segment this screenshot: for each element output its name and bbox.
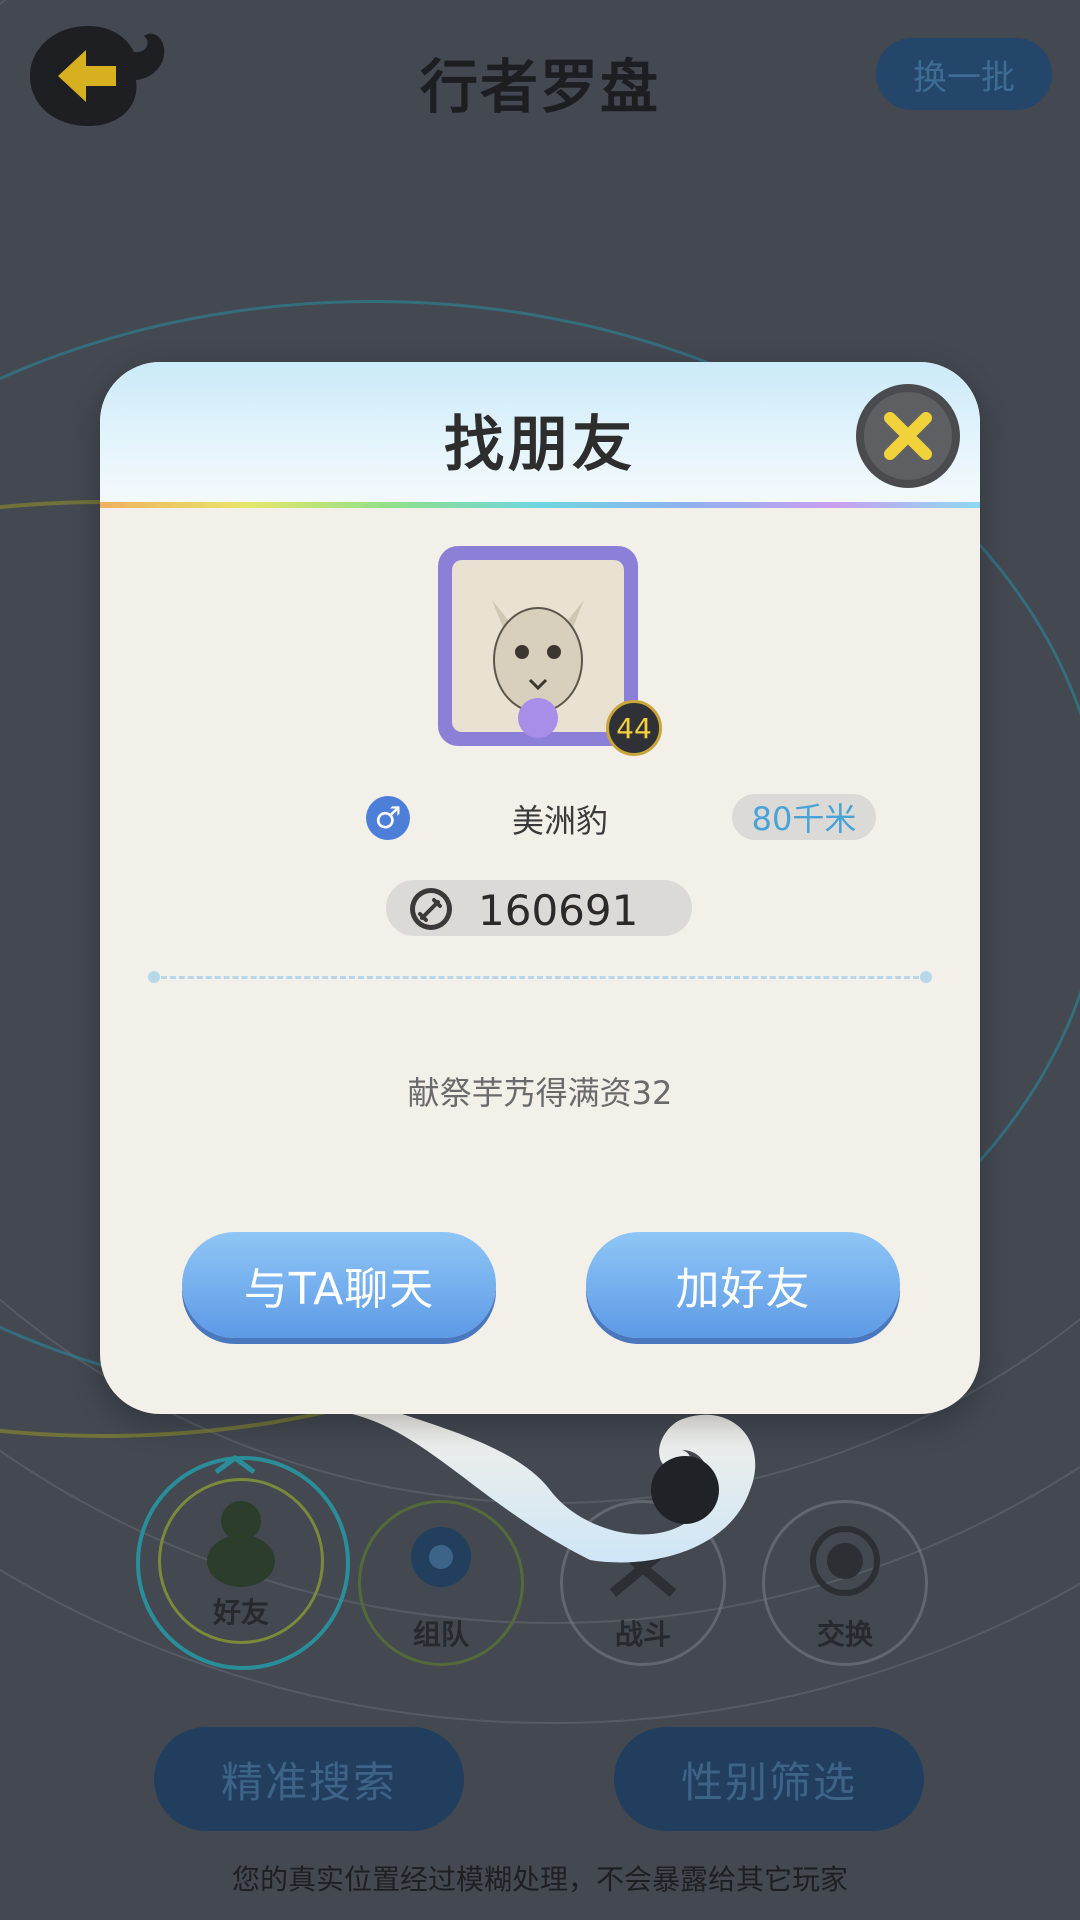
exchange-icon bbox=[810, 1526, 880, 1596]
dialog-title: 找朋友 bbox=[444, 410, 636, 480]
privacy-note: 您的真实位置经过模糊处理，不会暴露给其它玩家 bbox=[231, 1863, 848, 1896]
sword-shield-icon bbox=[410, 888, 452, 930]
close-icon bbox=[856, 384, 960, 488]
player-signature: 献祭芋艿得满资32 bbox=[407, 1074, 673, 1112]
nav-label-friends: 好友 bbox=[212, 1596, 269, 1629]
combat-power-value: 160691 bbox=[478, 886, 639, 935]
nav-item-friends[interactable]: 好友 bbox=[158, 1478, 324, 1644]
divider-dot bbox=[148, 971, 160, 983]
gender-filter-button[interactable]: 性别筛选 bbox=[614, 1727, 924, 1831]
combat-power: 160691 bbox=[386, 880, 692, 936]
add-friend-button[interactable]: 加好友 bbox=[586, 1232, 900, 1338]
precise-search-button[interactable]: 精准搜索 bbox=[154, 1727, 464, 1831]
app-screen: 行者罗盘 换一批 好友 组队 战斗 交换 精准搜索 性别筛选 您的真实位置经过模… bbox=[0, 0, 1080, 1920]
refresh-button[interactable]: 换一批 bbox=[876, 38, 1052, 110]
chat-button[interactable]: 与TA聊天 bbox=[182, 1232, 496, 1338]
male-gender-icon: ♂ bbox=[366, 796, 410, 840]
player-nickname: 美洲豹 bbox=[511, 802, 608, 840]
nav-item-exchange[interactable]: 交换 bbox=[762, 1500, 928, 1666]
level-badge: 44 bbox=[606, 700, 662, 756]
header-divider bbox=[100, 502, 980, 508]
nav-label-battle: 战斗 bbox=[614, 1618, 671, 1651]
find-friend-dialog: 找朋友 44 ♂ 美洲豹 80千米 160691 献祭芋艿得满资32 与TA聊天… bbox=[100, 362, 980, 1414]
gourd-icon bbox=[207, 1501, 275, 1587]
nav-label-team: 组队 bbox=[412, 1618, 469, 1651]
distance-badge: 80千米 bbox=[732, 794, 876, 840]
close-button[interactable] bbox=[852, 380, 964, 492]
nav-label-exchange: 交换 bbox=[816, 1618, 873, 1651]
divider bbox=[152, 976, 928, 979]
divider-dot bbox=[920, 971, 932, 983]
